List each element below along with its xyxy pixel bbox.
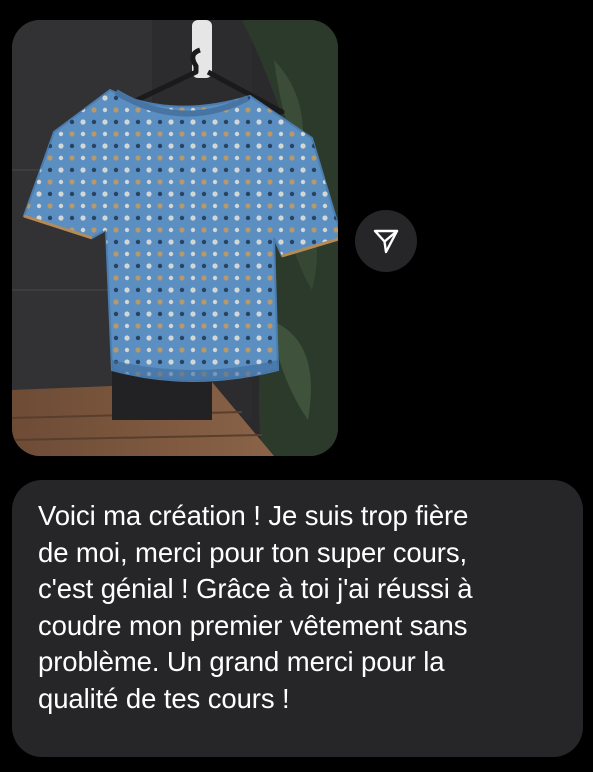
shared-photo[interactable]: [12, 20, 338, 456]
message-bubble[interactable]: Voici ma création ! Je suis trop fière d…: [12, 480, 583, 757]
send-paper-plane-icon: [373, 229, 399, 254]
message-text: Voici ma création ! Je suis trop fière d…: [38, 500, 473, 714]
shirt-photo-image: [12, 20, 338, 456]
share-button[interactable]: [355, 210, 417, 272]
chat-thread: Voici ma création ! Je suis trop fière d…: [0, 0, 593, 772]
